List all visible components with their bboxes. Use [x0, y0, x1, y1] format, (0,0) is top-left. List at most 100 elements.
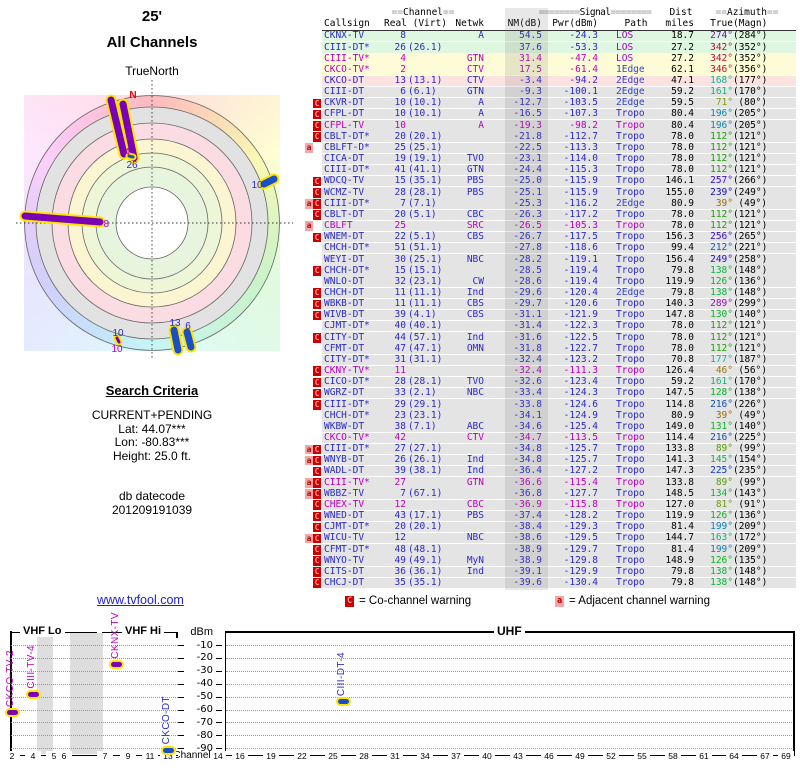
col-true: True [710, 17, 733, 29]
dbm-tick-dash [216, 696, 222, 698]
cell-azt: 138° [710, 264, 733, 276]
cell-cs: CIII-DT* [324, 41, 370, 53]
table-row: WKBW-DT 38 (7.1) ABC -34.6 -125.4 Tropo 149.0 13… [300, 421, 800, 432]
cell-pwr: -130.4 [563, 577, 598, 589]
cell-path: Tropo [616, 208, 645, 220]
co-channel-warning-marker: C [313, 333, 321, 343]
dbm-gridline [226, 657, 792, 659]
cell-pwr: -115.8 [563, 498, 598, 510]
table-row: a CBLFT 25 SRC -26.5 -105.3 Tropo 78.0 112° (121°… [300, 221, 800, 232]
cell-cs: CHCH-DT* [324, 409, 370, 421]
cell-pwr: -120.6 [563, 298, 598, 310]
cell-azt: 81° [715, 498, 733, 510]
cell-miles: 78.0 [671, 153, 694, 165]
cell-cs: CHCH-DT* [324, 242, 370, 254]
table-row: WNLO-DT 32 (23.1) CW -28.6 -119.4 Tropo 119.9 12… [300, 276, 800, 287]
search-criteria-line: Lat: 44.07*** [118, 421, 186, 436]
cell-path: Tropo [616, 487, 645, 499]
cell-azm: (136°) [733, 275, 768, 287]
cell-cs: CIII-DT* [324, 164, 370, 176]
cell-real: 11 [394, 365, 406, 377]
table-row: C CHCH-DT* 15 (15.1) -28.5 -119.4 Tropo 79.8 138… [300, 265, 800, 276]
cell-azt: 126° [710, 510, 733, 522]
uhf-right-border [792, 631, 795, 756]
adjacent-warning-marker: a [305, 478, 313, 488]
cell-cs: WGRZ-DT [324, 387, 365, 399]
cell-miles: 18.7 [671, 30, 694, 42]
cell-nm: -31.1 [513, 309, 542, 321]
cell-nm: -34.8 [513, 443, 542, 455]
table-row: a C WICU-TV 12 NBC -38.6 -129.5 Tropo 144.7 163°(… [300, 533, 800, 544]
cell-virt: (6.1) [408, 86, 437, 98]
header-group-signal: ========Signal======== [538, 7, 652, 18]
cell-miles: 80.4 [671, 108, 694, 120]
cell-miles: 147.8 [665, 309, 694, 321]
dbm-tick-label: -30 [196, 665, 213, 677]
cell-cs: WKBW-DT [324, 420, 365, 432]
cell-azm: (99°) [738, 476, 767, 488]
cell-cs: CITS-DT [324, 565, 365, 577]
co-channel-warning-marker: C [313, 288, 321, 298]
co-channel-warning-marker: C [313, 533, 321, 544]
cell-azm: (235°) [733, 465, 768, 477]
cell-cs: CICO-DT* [324, 376, 370, 388]
cell-virt: (35.1) [408, 175, 443, 187]
cell-net: CTV [466, 75, 484, 87]
dbm-gridline [226, 696, 792, 698]
cell-azm: (170°) [733, 86, 768, 98]
search-criteria-line: Lon: -80.83*** [114, 435, 190, 449]
co-channel-warning-text: = Co-channel warning [359, 595, 472, 607]
cell-nm: -34.1 [513, 409, 542, 421]
cell-real: 13 [394, 75, 406, 87]
cell-pwr: -114.0 [563, 153, 598, 165]
cell-nm: -36.8 [513, 487, 542, 499]
cell-cs: CIII-DT* [324, 398, 370, 410]
cell-miles: 78.0 [671, 320, 694, 332]
cell-nm: -36.6 [513, 476, 542, 488]
radar-label-10: 10 [111, 344, 123, 355]
cell-path: Tropo [616, 130, 645, 142]
co-channel-warning-marker: C [313, 500, 321, 510]
cell-cs: WNLO-DT [324, 275, 365, 287]
cell-azm: (99°) [738, 443, 767, 455]
db-datecode-value: 201209191039 [111, 503, 193, 517]
cell-cs: CITY-DT* [324, 353, 370, 365]
cell-cs: CBLT-DT* [324, 130, 370, 142]
cell-azt: 112° [710, 320, 733, 332]
cell-nm: -38.4 [513, 521, 542, 533]
uhf-label: UHF [494, 624, 525, 638]
vhf-channel-tick-11: 11 [142, 750, 158, 761]
adjacent-warning-marker: a [305, 444, 313, 455]
cell-azt: 89° [715, 476, 733, 488]
cell-virt: (15.1) [408, 264, 443, 276]
uhf-channel-tick-34: 34 [417, 750, 433, 761]
cell-azt: 89° [715, 443, 733, 455]
cell-pwr: -117.2 [563, 208, 598, 220]
co-channel-warning-marker: C [313, 366, 321, 377]
cell-nm: -29.7 [513, 298, 542, 310]
dbm-gridline [11, 722, 178, 724]
dbm-tick-dash [178, 670, 184, 672]
cell-path: Tropo [616, 298, 645, 310]
cell-azt: 289° [710, 298, 733, 310]
table-row: C CKVR-DT 10 (10.1) A -12.7 -103.5 2Edge 59.5 71°… [300, 98, 800, 109]
tvfool-link[interactable]: www.tvfool.com [97, 593, 184, 607]
table-row: C CHCJ-DT 35 (35.1) -39.6 -130.4 Tropo 79.8 138°… [300, 578, 800, 589]
cell-azm: (121°) [733, 164, 768, 176]
cell-path: Tropo [616, 543, 645, 555]
adjacent-channel-warning-text: = Adjacent channel warning [569, 595, 710, 607]
cell-pwr: -112.7 [563, 130, 598, 142]
cell-azm: (249°) [733, 186, 768, 198]
cell-miles: 114.8 [665, 398, 694, 410]
cell-pwr: -119.4 [563, 275, 598, 287]
cell-virt: (27.1) [408, 443, 443, 455]
cell-cs: CHCH-DT* [324, 264, 370, 276]
cell-virt: (51.1) [408, 242, 443, 254]
cell-cs: CKCO-DT [324, 75, 365, 87]
cell-miles: 70.8 [671, 353, 694, 365]
co-channel-warning-marker: C [313, 399, 321, 410]
cell-virt: (35.1) [408, 577, 443, 589]
cell-azt: 168° [710, 75, 733, 87]
cell-path: LOS [616, 52, 634, 64]
col-nm: NM(dB) [507, 17, 542, 29]
